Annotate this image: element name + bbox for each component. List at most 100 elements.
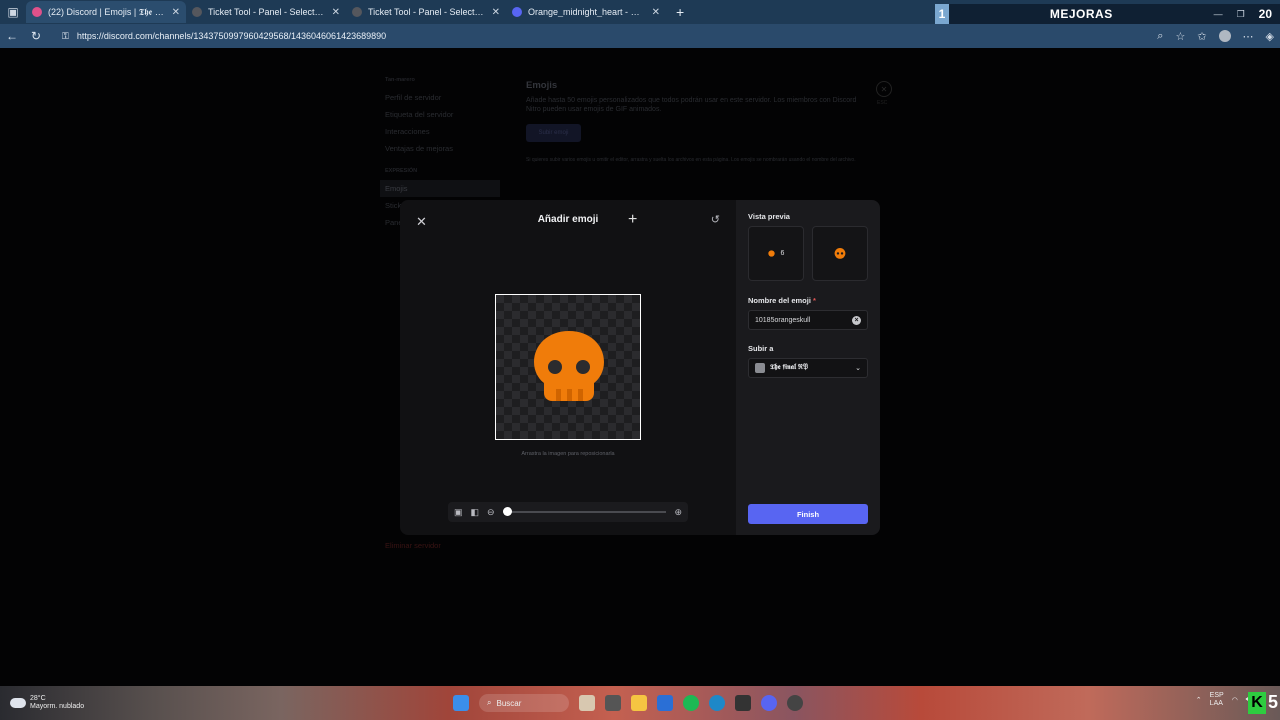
store-icon[interactable] xyxy=(657,695,673,711)
finish-button[interactable]: Finish xyxy=(748,504,868,524)
language-code[interactable]: ESP xyxy=(1210,692,1224,700)
discord-icon[interactable] xyxy=(761,695,777,711)
zoom-slider[interactable] xyxy=(502,507,667,516)
windows-taskbar: 28°C Mayorm. nublado ⌕ Buscar ⌃ ESP LAA … xyxy=(0,686,1280,720)
ticket-tool-favicon-icon xyxy=(192,7,202,17)
emoji-name-input[interactable]: 10185orangeskull × xyxy=(748,310,868,330)
copilot-icon[interactable]: ◈ xyxy=(1266,30,1274,43)
widgets-icon[interactable] xyxy=(579,695,595,711)
crop-area[interactable] xyxy=(495,294,641,440)
maximize-icon[interactable]: ❐ xyxy=(1237,9,1245,20)
message-preview xyxy=(812,226,868,281)
tab-discord-emojis[interactable]: (22) Discord | Emojis | 𝕿𝖍𝖊 𝖋𝖎𝖓𝖆𝖑 ℜ𝔓 ✕ xyxy=(26,1,186,23)
favorites-icon[interactable]: ✩ xyxy=(1197,30,1206,43)
url-text: https://discord.com/channels/13437509979… xyxy=(76,31,387,41)
more-icon[interactable]: ⋯ xyxy=(1243,30,1254,43)
site-info-icon[interactable]: ⚿ xyxy=(62,31,69,42)
emoji-settings-panel: Vista previa 6 Nombre del emoji * 10185o… xyxy=(736,200,880,535)
task-view-icon[interactable] xyxy=(605,695,621,711)
back-icon[interactable]: ← xyxy=(0,29,24,43)
weather-desc: Mayorm. nublado xyxy=(30,703,85,710)
wifi-icon[interactable]: ◠ xyxy=(1232,696,1238,704)
tab-title: Ticket Tool - Panel - Select Style xyxy=(368,7,486,17)
url-field[interactable]: ⚿ https://discord.com/channels/134375099… xyxy=(62,31,386,42)
new-tab-button[interactable]: + xyxy=(676,4,684,20)
sidebar-item-perfil[interactable]: Perfil de servidor xyxy=(380,89,500,106)
tab-orange-midnight-heart[interactable]: Orange_midnight_heart - Discord ✕ xyxy=(506,1,666,23)
close-tab-icon[interactable]: ✕ xyxy=(332,7,340,18)
settings-note: Si quieres subir varios emojis u omitir … xyxy=(526,157,856,163)
close-tab-icon[interactable]: ✕ xyxy=(172,7,180,18)
refresh-icon[interactable]: ↻ xyxy=(24,29,48,43)
sidebar-item-eliminar[interactable]: Eliminar servidor xyxy=(380,537,500,554)
reset-icon[interactable]: ↺ xyxy=(711,213,720,226)
tab-title: (22) Discord | Emojis | 𝕿𝖍𝖊 𝖋𝖎𝖓𝖆𝖑 ℜ𝔓 xyxy=(48,6,166,17)
reaction-count: 6 xyxy=(780,250,785,257)
close-tab-icon[interactable]: ✕ xyxy=(652,7,660,18)
preview-label: Vista previa xyxy=(748,212,790,221)
settings-main: Emojis Añade hasta 50 emojis personaliza… xyxy=(526,80,866,164)
orange-skull-icon xyxy=(767,250,775,257)
server-name: 𝕿𝖍𝖊 𝖋𝖎𝖓𝖆𝖑 ℜ𝔓 xyxy=(770,364,808,371)
clear-icon[interactable]: × xyxy=(852,315,861,325)
orange-skull-icon xyxy=(534,331,604,401)
modal-title: Añadir emoji xyxy=(537,214,599,225)
esc-hint: ESC xyxy=(877,100,888,106)
server-icon xyxy=(755,363,765,373)
emoji-name-value: 10185orangeskull xyxy=(755,316,811,324)
minimize-icon[interactable]: — xyxy=(1214,9,1223,19)
tab-ticket-tool-1[interactable]: Ticket Tool - Panel - Select Style ✕ xyxy=(186,1,346,23)
terminal-icon[interactable] xyxy=(735,695,751,711)
search-icon[interactable]: ⌕ xyxy=(1157,30,1163,43)
sidebar-item-etiqueta[interactable]: Etiqueta del servidor xyxy=(380,106,500,123)
mejoras-overlay: 1 MEJORAS — ❐ 20 xyxy=(935,4,1280,24)
discord-page: Tan-marero Perfil de servidor Etiqueta d… xyxy=(0,48,1280,686)
language-layout: LAA xyxy=(1209,700,1223,707)
app-icon[interactable] xyxy=(787,695,803,711)
profile-avatar[interactable] xyxy=(1218,30,1231,42)
crop-rect-icon[interactable]: ◧ xyxy=(471,507,480,518)
cursor-crosshair-icon: + xyxy=(628,211,638,228)
overlay-five: 5 xyxy=(1267,692,1278,712)
server-select[interactable]: 𝕿𝖍𝖊 𝖋𝖎𝖓𝖆𝖑 ℜ𝔓 ⌄ xyxy=(748,358,868,378)
zoom-out-icon[interactable]: ⊖ xyxy=(487,507,495,518)
k-app-icon[interactable]: K xyxy=(1248,692,1266,714)
ticket-tool-favicon-icon xyxy=(352,7,362,17)
reaction-preview: 6 xyxy=(748,226,804,281)
sidebar-header-expresion: EXPRESIÓN xyxy=(385,168,418,174)
search-icon: ⌕ xyxy=(487,698,492,707)
sidebar-item-ventajas[interactable]: Ventajas de mejoras xyxy=(380,140,500,157)
chevron-down-icon: ⌄ xyxy=(855,365,861,372)
windows-start-icon[interactable] xyxy=(453,695,469,711)
zoom-in-icon[interactable]: ⊕ xyxy=(674,507,682,518)
discord-favicon-icon xyxy=(32,7,42,17)
spotify-icon[interactable] xyxy=(683,695,699,711)
sidebar-item-interacciones[interactable]: Interacciones xyxy=(380,123,500,140)
zoom-slider-handle[interactable] xyxy=(502,507,512,516)
cloud-icon xyxy=(10,698,26,708)
star-icon[interactable]: ☆ xyxy=(1175,30,1185,43)
discord-favicon-icon xyxy=(512,7,522,17)
orange-skull-icon xyxy=(834,247,846,259)
taskbar-search[interactable]: ⌕ Buscar xyxy=(479,694,569,712)
settings-title: Emojis xyxy=(526,80,558,91)
tray-chevron-icon[interactable]: ⌃ xyxy=(1196,696,1202,704)
required-mark: * xyxy=(813,296,816,305)
system-tray: ⌃ ESP LAA ◠ 🔈︎ xyxy=(1196,692,1250,708)
crop-square-icon[interactable]: ▣ xyxy=(454,507,463,518)
zoom-controls: ▣ ◧ ⊖ ⊕ xyxy=(448,502,688,522)
sidebar-item-emojis[interactable]: Emojis xyxy=(380,180,500,197)
taskbar-apps: ⌕ Buscar xyxy=(453,694,803,712)
settings-close-button[interactable]: ✕ xyxy=(876,81,892,97)
file-explorer-icon[interactable] xyxy=(631,695,647,711)
edge-icon[interactable] xyxy=(709,695,725,711)
upload-to-label: Subir a xyxy=(748,344,774,353)
tab-ticket-tool-2[interactable]: Ticket Tool - Panel - Select Style ✕ xyxy=(346,1,506,23)
weather-widget[interactable]: 28°C Mayorm. nublado xyxy=(10,695,84,711)
upload-emoji-button[interactable]: Subir emoji xyxy=(526,124,581,142)
tab-title: Orange_midnight_heart - Discord xyxy=(528,7,646,17)
overlay-number: 1 xyxy=(935,4,949,24)
close-tab-icon[interactable]: ✕ xyxy=(492,7,500,18)
window-menu-icon[interactable]: ▣ xyxy=(0,0,26,24)
sidebar-header: Tan-marero xyxy=(385,77,415,83)
